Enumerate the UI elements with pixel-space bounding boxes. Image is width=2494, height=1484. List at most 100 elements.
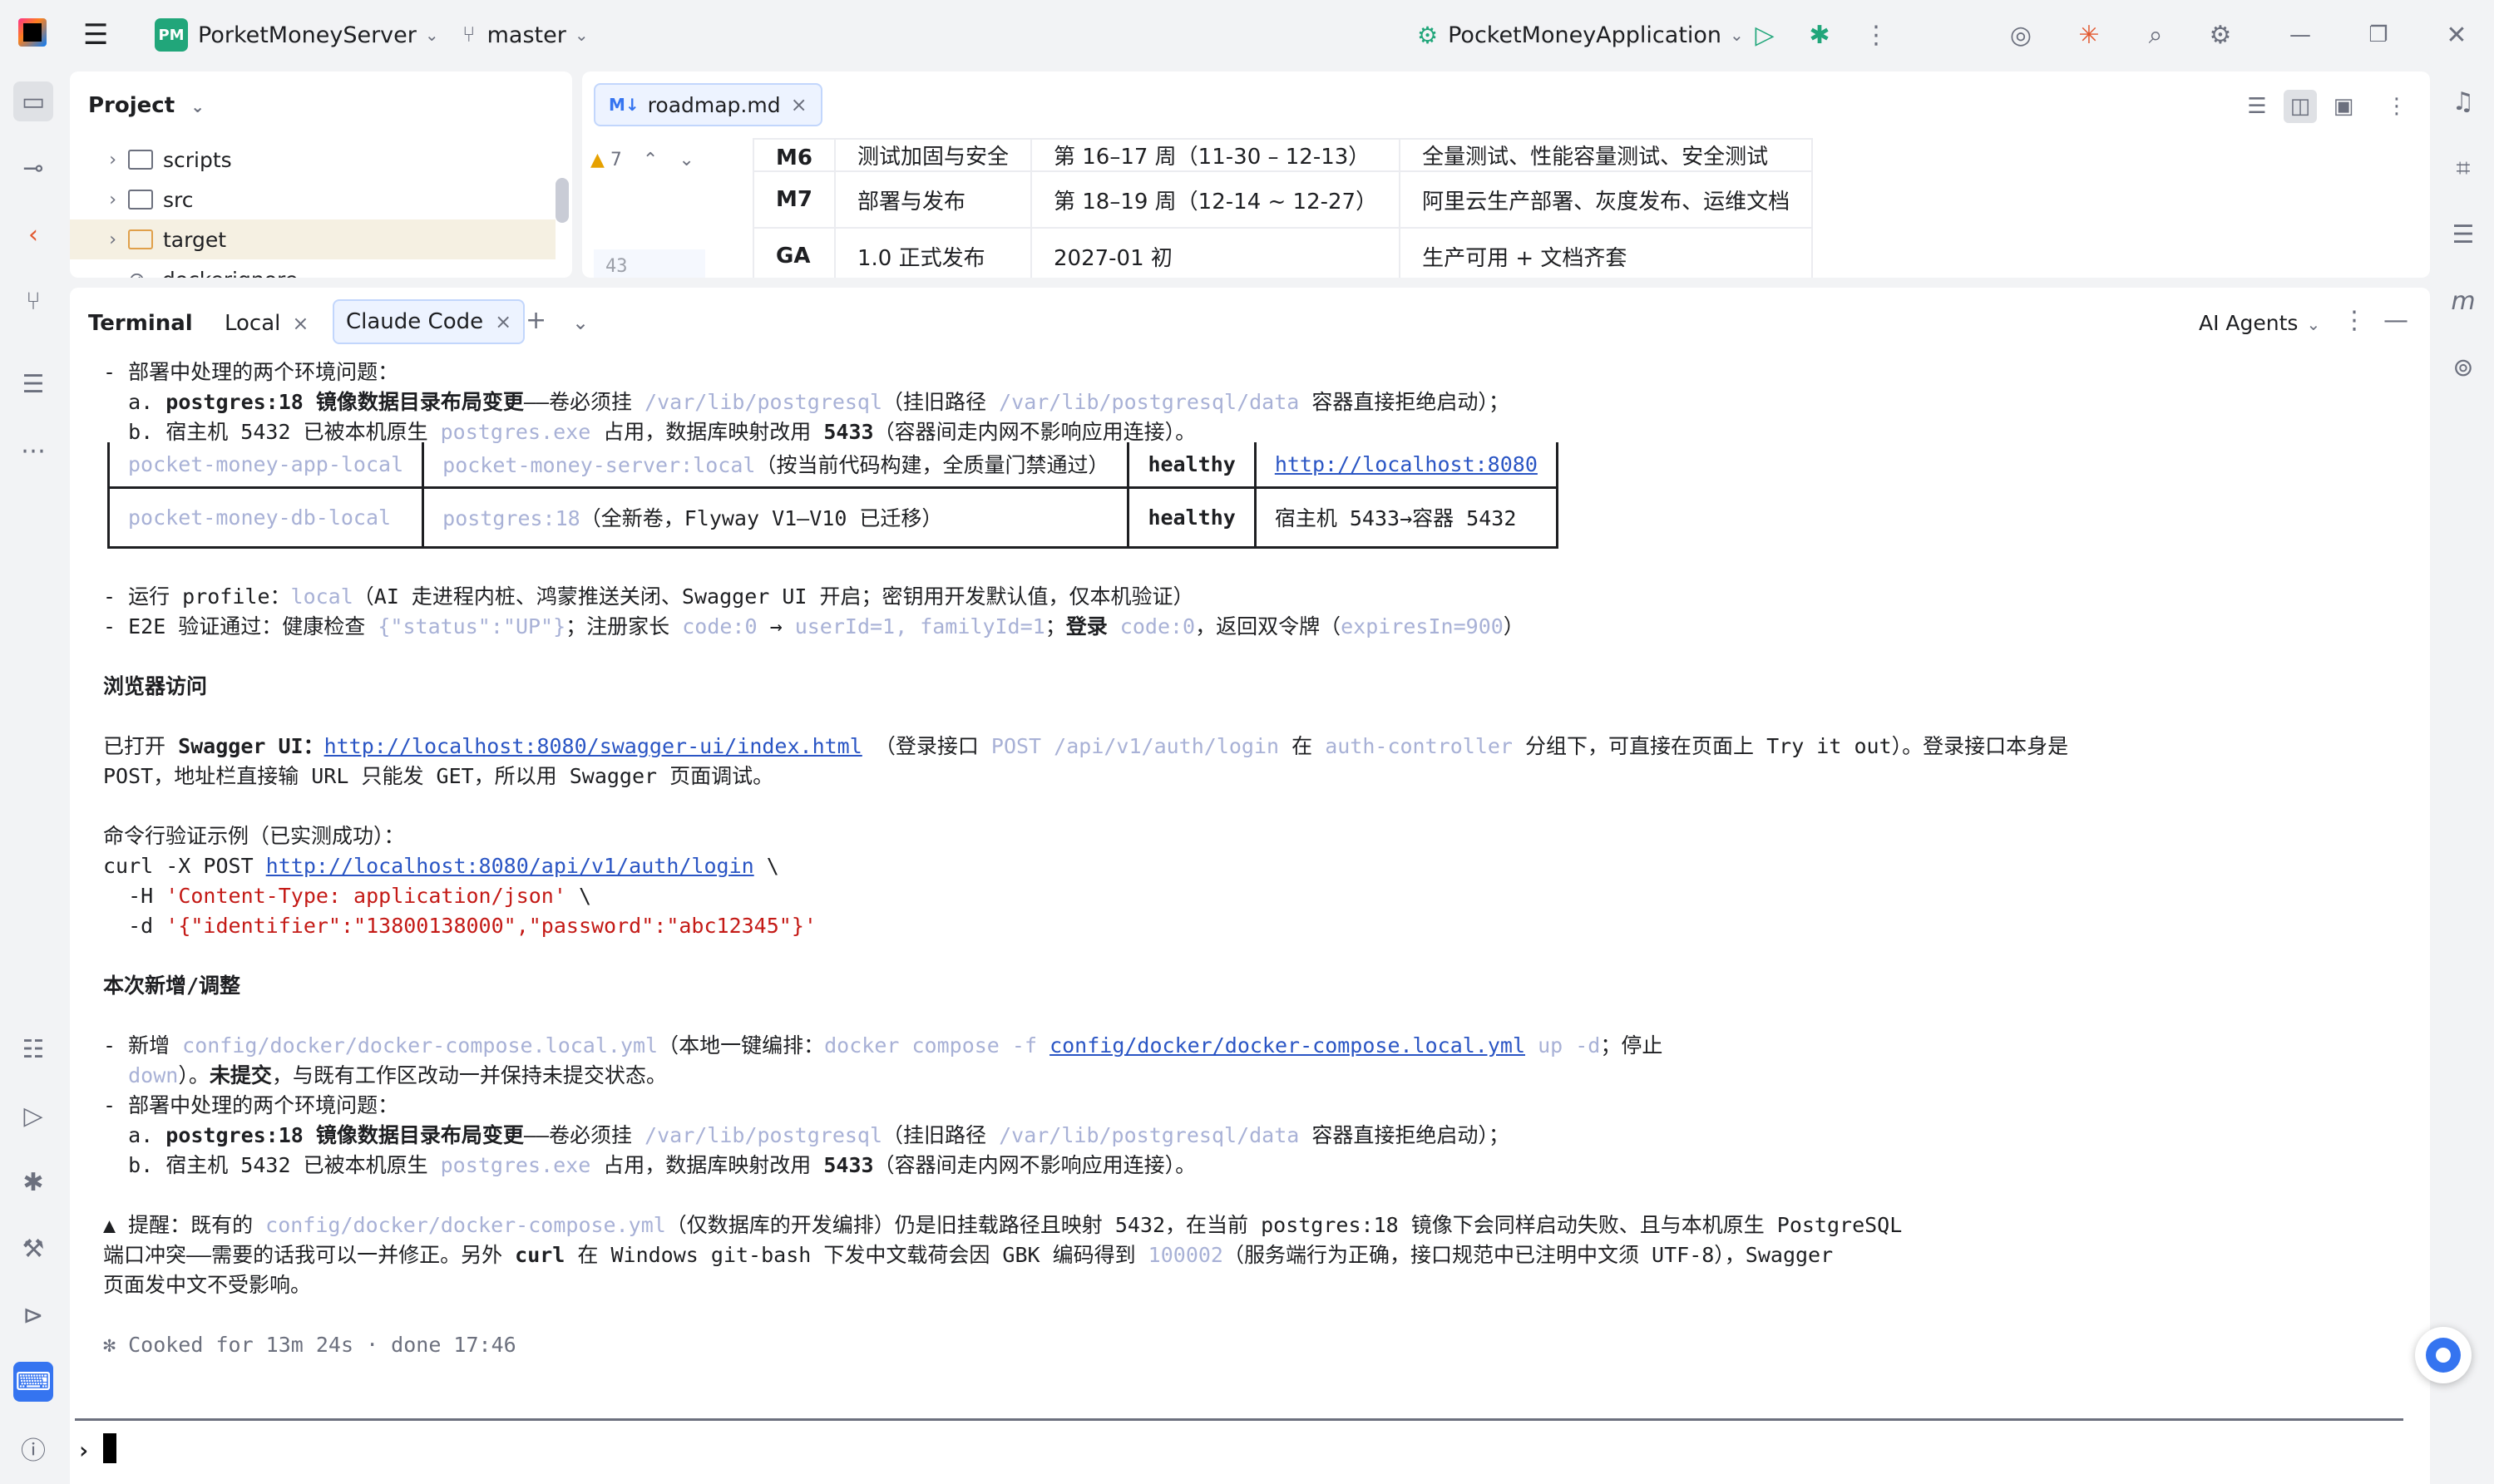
services-icon[interactable]: ⊳ <box>13 1295 53 1335</box>
maven-icon[interactable]: m <box>2443 281 2483 321</box>
editor-tab-label: roadmap.md <box>647 92 781 117</box>
close-icon[interactable]: × <box>495 310 511 333</box>
project-switcher[interactable]: PM PorketMoneyServer ⌄ <box>155 0 439 70</box>
terminal-line: POST，地址栏直接输 URL 只能发 GET，所以用 Swagger 页面调试… <box>103 764 774 788</box>
terminal-line: ▲ 提醒：既有的 config/docker/docker-compose.ym… <box>103 1213 1903 1237</box>
new-tab-plus-icon[interactable]: + <box>526 306 546 335</box>
text-cursor[interactable] <box>103 1433 116 1463</box>
branch-name: master <box>486 22 566 48</box>
preview-view-icon[interactable]: ▣ <box>2327 90 2360 123</box>
more-actions-button[interactable]: ⋮ <box>1858 17 1894 53</box>
close-window-button[interactable]: ✕ <box>2438 17 2475 53</box>
terminal-line: down）。未提交，与既有工作区改动一并保持未提交状态。 <box>128 1063 667 1087</box>
structure-icon[interactable]: ☰ <box>13 364 53 404</box>
problems-icon[interactable]: ⓘ <box>13 1428 53 1468</box>
tree-item-src[interactable]: › src <box>70 180 556 219</box>
markdown-icon: M↓ <box>609 95 640 115</box>
ide-logo <box>18 18 47 47</box>
editor-tab-roadmap[interactable]: M↓ roadmap.md × <box>594 83 822 126</box>
terminal-line: 已打开 Swagger UI：http://localhost:8080/swa… <box>103 734 2069 758</box>
project-scrollbar[interactable] <box>556 178 569 223</box>
chevron-down-icon[interactable]: ⌄ <box>679 150 694 170</box>
table-row: M7 部署与发布 第 18–19 周（12-14 ~ 12-27） 阿里云生产部… <box>753 170 1814 229</box>
chevron-right-icon: › <box>109 229 116 250</box>
chevron-up-icon[interactable]: ⌃ <box>643 150 658 170</box>
main-menu-button[interactable]: ☰ <box>83 0 116 70</box>
build-icon[interactable]: ⚒ <box>13 1229 53 1269</box>
warnings-indicator[interactable]: ▲ 7 ⌃ ⌄ <box>590 150 694 170</box>
restore-button[interactable]: ❐ <box>2360 17 2397 53</box>
search-icon[interactable]: ⌕ <box>2137 17 2174 53</box>
prompt-symbol: › <box>77 1437 91 1464</box>
tab-claude-code[interactable]: Claude Code × <box>333 299 526 344</box>
terminal-tool-icon[interactable]: ⌨ <box>13 1362 53 1402</box>
run-button[interactable]: ▷ <box>1746 17 1783 53</box>
terminal-line: -H 'Content-Type: application/json' \ <box>103 884 592 908</box>
chevron-down-icon[interactable]: ⌄ <box>572 311 589 334</box>
run-tool-icon[interactable]: ▷ <box>13 1096 53 1136</box>
compose-file-link[interactable]: config/docker/docker-compose.local.yml <box>1049 1033 1525 1058</box>
database-icon[interactable]: ☰ <box>2443 214 2483 254</box>
section-heading: 浏览器访问 <box>103 674 208 698</box>
chevron-down-icon: ⌄ <box>190 96 205 116</box>
tab-local[interactable]: Local × <box>225 311 309 336</box>
project-name: PorketMoneyServer <box>198 22 417 48</box>
ai-agents-dropdown[interactable]: AI Agents ⌄ <box>2199 311 2320 335</box>
terminal-line: - 部署中处理的两个环境问题： <box>103 1093 399 1117</box>
terminal-line: a. postgres:18 镜像数据目录布局变更——卷必须挂 /var/lib… <box>103 390 1509 414</box>
line-number: 43 <box>605 256 628 277</box>
claude-code-icon[interactable]: ‹ <box>13 214 53 254</box>
branch-switcher[interactable]: ⑂ master ⌄ <box>462 0 589 70</box>
claude-icon[interactable]: ✳ <box>2071 17 2107 53</box>
ai-chat-icon[interactable]: ⌗ <box>2443 148 2483 188</box>
run-config-selector[interactable]: ⚙ PocketMoneyApplication ⌄ <box>1417 0 1744 70</box>
terminal-line: - 运行 profile：local（AI 走进程内桩、鸿蒙推送关闭、Swagg… <box>103 584 1194 609</box>
tree-item-dockerignore[interactable]: ⊘ .dockerignore <box>70 259 556 279</box>
editor-more-icon[interactable]: ⋮ <box>2380 90 2413 123</box>
swagger-link[interactable]: http://localhost:8080/swagger-ui/index.h… <box>324 734 862 758</box>
terminal-line: a. postgres:18 镜像数据目录布局变更——卷必须挂 /var/lib… <box>103 1123 1509 1147</box>
pull-requests-icon[interactable]: ⑂ <box>13 281 53 321</box>
input-divider <box>75 1418 2403 1421</box>
commit-icon[interactable]: ⊸ <box>13 148 53 188</box>
terminal-output[interactable]: - 部署中处理的两个环境问题： a. postgres:18 镜像数据目录布局变… <box>103 359 2415 1473</box>
close-icon[interactable]: × <box>292 312 309 335</box>
hamburger-icon: ☰ <box>83 18 109 52</box>
terminal-header: Terminal Local × Claude Code × + ⌄ AI Agen… <box>70 288 2430 359</box>
project-panel-title[interactable]: Project ⌄ <box>88 93 205 118</box>
floating-assistant-button[interactable] <box>2415 1327 2472 1383</box>
project-panel: Project ⌄ › scripts › src › target ⊘ .do… <box>70 71 572 278</box>
split-view-icon[interactable]: ◫ <box>2284 90 2317 123</box>
ai-assistant-icon[interactable]: ◎ <box>2003 17 2039 53</box>
settings-gear-icon[interactable]: ⚙ <box>2202 17 2239 53</box>
folder-icon <box>128 190 153 210</box>
more-tools-icon[interactable]: ⋯ <box>13 431 53 471</box>
terminal-line: 命令行验证示例（已实测成功）： <box>103 824 405 848</box>
editor-only-view-icon[interactable]: ☰ <box>2240 90 2274 123</box>
project-tool-folder-icon[interactable]: ▭ <box>13 81 53 121</box>
tree-item-label: src <box>163 187 194 212</box>
minimize-button[interactable]: — <box>2282 17 2319 53</box>
left-tool-strip: ▭ ⊸ ‹ ⑂ ☰ ⋯ ☷ ▷ ✱ ⚒ ⊳ ⌨ ⓘ <box>0 70 67 1484</box>
chevron-down-icon: ⌄ <box>424 25 439 45</box>
close-icon[interactable]: × <box>791 93 807 116</box>
assistant-icon <box>2426 1338 2461 1373</box>
tree-item-target[interactable]: › target <box>70 219 556 259</box>
todo-list-icon[interactable]: ☷ <box>13 1029 53 1069</box>
editor-gutter: ▲ 7 ⌃ ⌄ 43 44 45 <box>582 143 705 278</box>
login-api-link[interactable]: http://localhost:8080/api/v1/auth/login <box>266 854 754 878</box>
debug-button[interactable]: ✱ <box>1801 17 1838 53</box>
terminal-panel: Terminal Local × Claude Code × + ⌄ AI Agen… <box>70 288 2430 1484</box>
status-badge: healthy <box>1127 442 1257 489</box>
terminal-line: -d '{"identifier":"13800138000","passwor… <box>103 914 817 938</box>
table-row: pocket-money-app-local pocket-money-serv… <box>106 442 1558 489</box>
hide-panel-icon[interactable]: — <box>2383 306 2408 335</box>
debug-tool-icon[interactable]: ✱ <box>13 1162 53 1202</box>
tree-item-scripts[interactable]: › scripts <box>70 140 556 180</box>
terminal-more-icon[interactable]: ⋮ <box>2342 306 2367 335</box>
endpoints-icon[interactable]: ⊚ <box>2443 348 2483 387</box>
notifications-bell-icon[interactable]: ♫ <box>2443 81 2483 121</box>
ignore-file-icon: ⊘ <box>128 268 146 279</box>
table-row: GA 1.0 正式发布 2027-01 初 生产可用 + 文档齐套 <box>753 227 1814 278</box>
editor-panel: M↓ roadmap.md × ☰ ◫ ▣ ⋮ ▲ 7 ⌃ ⌄ 43 44 45… <box>582 71 2430 278</box>
